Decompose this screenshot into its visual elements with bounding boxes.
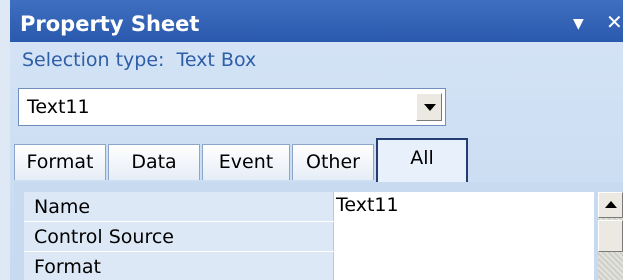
panel-title: Property Sheet (20, 12, 200, 36)
property-label: Control Source (34, 226, 174, 248)
title-bar: Property Sheet ▼ ✕ (10, 0, 623, 42)
property-row-format: Format (24, 252, 594, 280)
panel-left-edge (0, 0, 10, 280)
property-row-control-source: Control Source (24, 222, 594, 252)
panel-menu-icon[interactable]: ▼ (573, 12, 584, 36)
property-label: Name (34, 196, 91, 218)
tab-all[interactable]: All (376, 138, 468, 182)
selection-type: Selection type: Text Box (22, 48, 256, 72)
chevron-down-icon[interactable] (416, 93, 442, 121)
property-value-input[interactable] (333, 222, 594, 251)
property-value-input[interactable]: Text11 (333, 192, 594, 221)
tab-format[interactable]: Format (14, 144, 106, 180)
tab-other[interactable]: Other (292, 144, 374, 180)
property-row-name: Name Text11 (24, 192, 594, 222)
vertical-scrollbar[interactable] (598, 192, 623, 280)
chevron-up-icon[interactable] (598, 192, 623, 218)
property-value-input[interactable] (333, 252, 594, 280)
property-label: Format (34, 256, 101, 278)
selection-type-value: Text Box (176, 49, 257, 71)
object-selector-value: Text11 (27, 96, 90, 118)
tab-strip: Format Data Event Other All (14, 138, 623, 182)
property-sheet-panel: Property Sheet ▼ ✕ Selection type: Text B… (0, 0, 623, 280)
scroll-thumb[interactable] (598, 220, 623, 252)
close-icon[interactable]: ✕ (606, 10, 623, 34)
tab-data[interactable]: Data (108, 144, 200, 180)
tab-event[interactable]: Event (202, 144, 290, 180)
property-grid: Name Text11 Control Source Format (14, 182, 623, 280)
selection-type-label: Selection type: (22, 49, 165, 71)
object-selector-combo[interactable]: Text11 (18, 88, 446, 126)
